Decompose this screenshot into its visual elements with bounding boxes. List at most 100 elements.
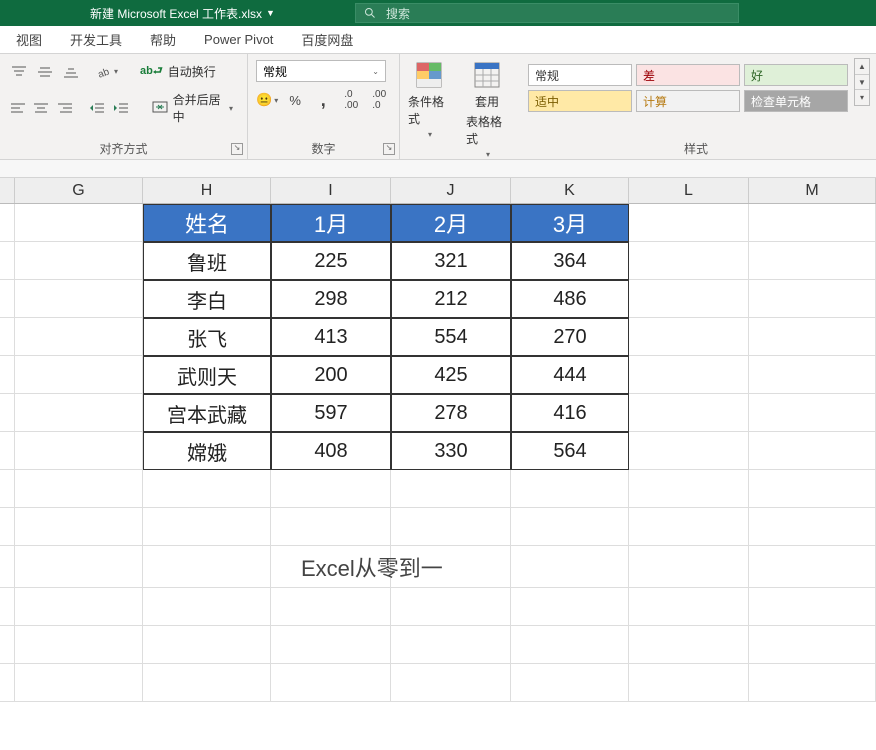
cell[interactable] bbox=[15, 204, 143, 242]
styles-scroll-up-icon[interactable]: ▲ bbox=[855, 59, 869, 75]
cell[interactable] bbox=[271, 470, 391, 508]
style-bad[interactable]: 差 bbox=[636, 64, 740, 86]
tab-help[interactable]: 帮助 bbox=[150, 30, 176, 49]
cell-header-mar[interactable]: 3月 bbox=[511, 204, 629, 242]
increase-indent-button[interactable] bbox=[111, 98, 130, 118]
align-right-button[interactable] bbox=[55, 98, 74, 118]
tab-developer[interactable]: 开发工具 bbox=[70, 30, 122, 49]
cell[interactable] bbox=[749, 204, 876, 242]
decrease-indent-button[interactable] bbox=[88, 98, 107, 118]
align-top-button[interactable] bbox=[8, 62, 30, 82]
cell[interactable] bbox=[15, 318, 143, 356]
cell[interactable]: 212 bbox=[391, 280, 511, 318]
percent-format-button[interactable]: % bbox=[284, 90, 306, 110]
cell[interactable] bbox=[749, 626, 876, 664]
search-box[interactable]: 搜索 bbox=[355, 3, 739, 23]
col-header-M[interactable]: M bbox=[749, 178, 876, 203]
cell[interactable] bbox=[629, 626, 749, 664]
increase-decimal-button[interactable]: .0.00 bbox=[340, 90, 362, 110]
cell[interactable]: 李白 bbox=[143, 280, 271, 318]
cell[interactable] bbox=[749, 546, 876, 588]
cell[interactable] bbox=[749, 242, 876, 280]
cell[interactable] bbox=[15, 242, 143, 280]
cell[interactable] bbox=[629, 204, 749, 242]
cell[interactable] bbox=[629, 664, 749, 702]
align-middle-button[interactable] bbox=[34, 62, 56, 82]
styles-more-icon[interactable]: ▾ bbox=[855, 90, 869, 105]
cell[interactable] bbox=[0, 280, 15, 318]
style-check-cell[interactable]: 检查单元格 bbox=[744, 90, 848, 112]
cell[interactable] bbox=[15, 356, 143, 394]
cell[interactable] bbox=[629, 280, 749, 318]
cell[interactable] bbox=[629, 432, 749, 470]
cell[interactable] bbox=[143, 664, 271, 702]
align-bottom-button[interactable] bbox=[60, 62, 82, 82]
conditional-format-button[interactable]: 条件格式 ▾ bbox=[408, 60, 450, 139]
cell[interactable] bbox=[15, 470, 143, 508]
cell[interactable]: 425 bbox=[391, 356, 511, 394]
style-neutral[interactable]: 适中 bbox=[528, 90, 632, 112]
cell[interactable] bbox=[511, 546, 629, 588]
cell[interactable]: 416 bbox=[511, 394, 629, 432]
style-normal[interactable]: 常规 bbox=[528, 64, 632, 86]
cell[interactable] bbox=[391, 470, 511, 508]
cell[interactable] bbox=[143, 588, 271, 626]
cell-header-name[interactable]: 姓名 bbox=[143, 204, 271, 242]
col-header-H[interactable]: H bbox=[143, 178, 271, 203]
cell[interactable] bbox=[629, 356, 749, 394]
cell[interactable] bbox=[391, 588, 511, 626]
cell[interactable]: 564 bbox=[511, 432, 629, 470]
cell[interactable]: 200 bbox=[271, 356, 391, 394]
cell[interactable]: 宫本武藏 bbox=[143, 394, 271, 432]
cell[interactable] bbox=[271, 626, 391, 664]
cell[interactable] bbox=[0, 626, 15, 664]
style-good[interactable]: 好 bbox=[744, 64, 848, 86]
cell[interactable] bbox=[749, 394, 876, 432]
cell[interactable] bbox=[749, 664, 876, 702]
cell[interactable] bbox=[749, 318, 876, 356]
cell[interactable]: 554 bbox=[391, 318, 511, 356]
cell[interactable] bbox=[143, 470, 271, 508]
cell[interactable] bbox=[511, 508, 629, 546]
cell[interactable] bbox=[749, 432, 876, 470]
cell[interactable]: 鲁班 bbox=[143, 242, 271, 280]
cell[interactable] bbox=[629, 546, 749, 588]
cell[interactable]: 597 bbox=[271, 394, 391, 432]
cell[interactable] bbox=[15, 394, 143, 432]
worksheet[interactable]: G H I J K L M 姓名 1月 2月 3月 鲁班225321364李白2… bbox=[0, 178, 876, 702]
watermark-cell[interactable]: Excel从零到一 bbox=[271, 546, 391, 588]
cell[interactable] bbox=[0, 356, 15, 394]
cell[interactable] bbox=[0, 432, 15, 470]
merge-center-button[interactable]: 合并后居中 ▾ bbox=[146, 89, 239, 127]
cell[interactable]: 444 bbox=[511, 356, 629, 394]
cell[interactable] bbox=[749, 588, 876, 626]
cell[interactable]: 321 bbox=[391, 242, 511, 280]
cell[interactable] bbox=[391, 664, 511, 702]
cell[interactable]: 武则天 bbox=[143, 356, 271, 394]
align-center-button[interactable] bbox=[31, 98, 50, 118]
cell[interactable] bbox=[749, 280, 876, 318]
cell[interactable] bbox=[0, 470, 15, 508]
cell[interactable] bbox=[15, 508, 143, 546]
formula-bar[interactable] bbox=[0, 160, 876, 178]
cell[interactable] bbox=[629, 508, 749, 546]
cell[interactable] bbox=[629, 318, 749, 356]
cell[interactable]: 298 bbox=[271, 280, 391, 318]
col-header-J[interactable]: J bbox=[391, 178, 511, 203]
alignment-dialog-launcher[interactable]: ↘ bbox=[231, 143, 243, 155]
format-as-table-button[interactable]: 套用 表格格式▾ bbox=[466, 60, 508, 159]
cell[interactable] bbox=[143, 626, 271, 664]
cell[interactable] bbox=[391, 626, 511, 664]
cell[interactable] bbox=[629, 394, 749, 432]
cell[interactable] bbox=[629, 470, 749, 508]
cell[interactable] bbox=[271, 664, 391, 702]
corner-cell[interactable] bbox=[0, 178, 15, 203]
cell[interactable] bbox=[15, 432, 143, 470]
cell[interactable] bbox=[143, 508, 271, 546]
cell[interactable] bbox=[0, 394, 15, 432]
cell-header-feb[interactable]: 2月 bbox=[391, 204, 511, 242]
comma-format-button[interactable]: , bbox=[312, 90, 334, 110]
cell[interactable] bbox=[749, 508, 876, 546]
cell[interactable]: 278 bbox=[391, 394, 511, 432]
cell[interactable] bbox=[629, 588, 749, 626]
